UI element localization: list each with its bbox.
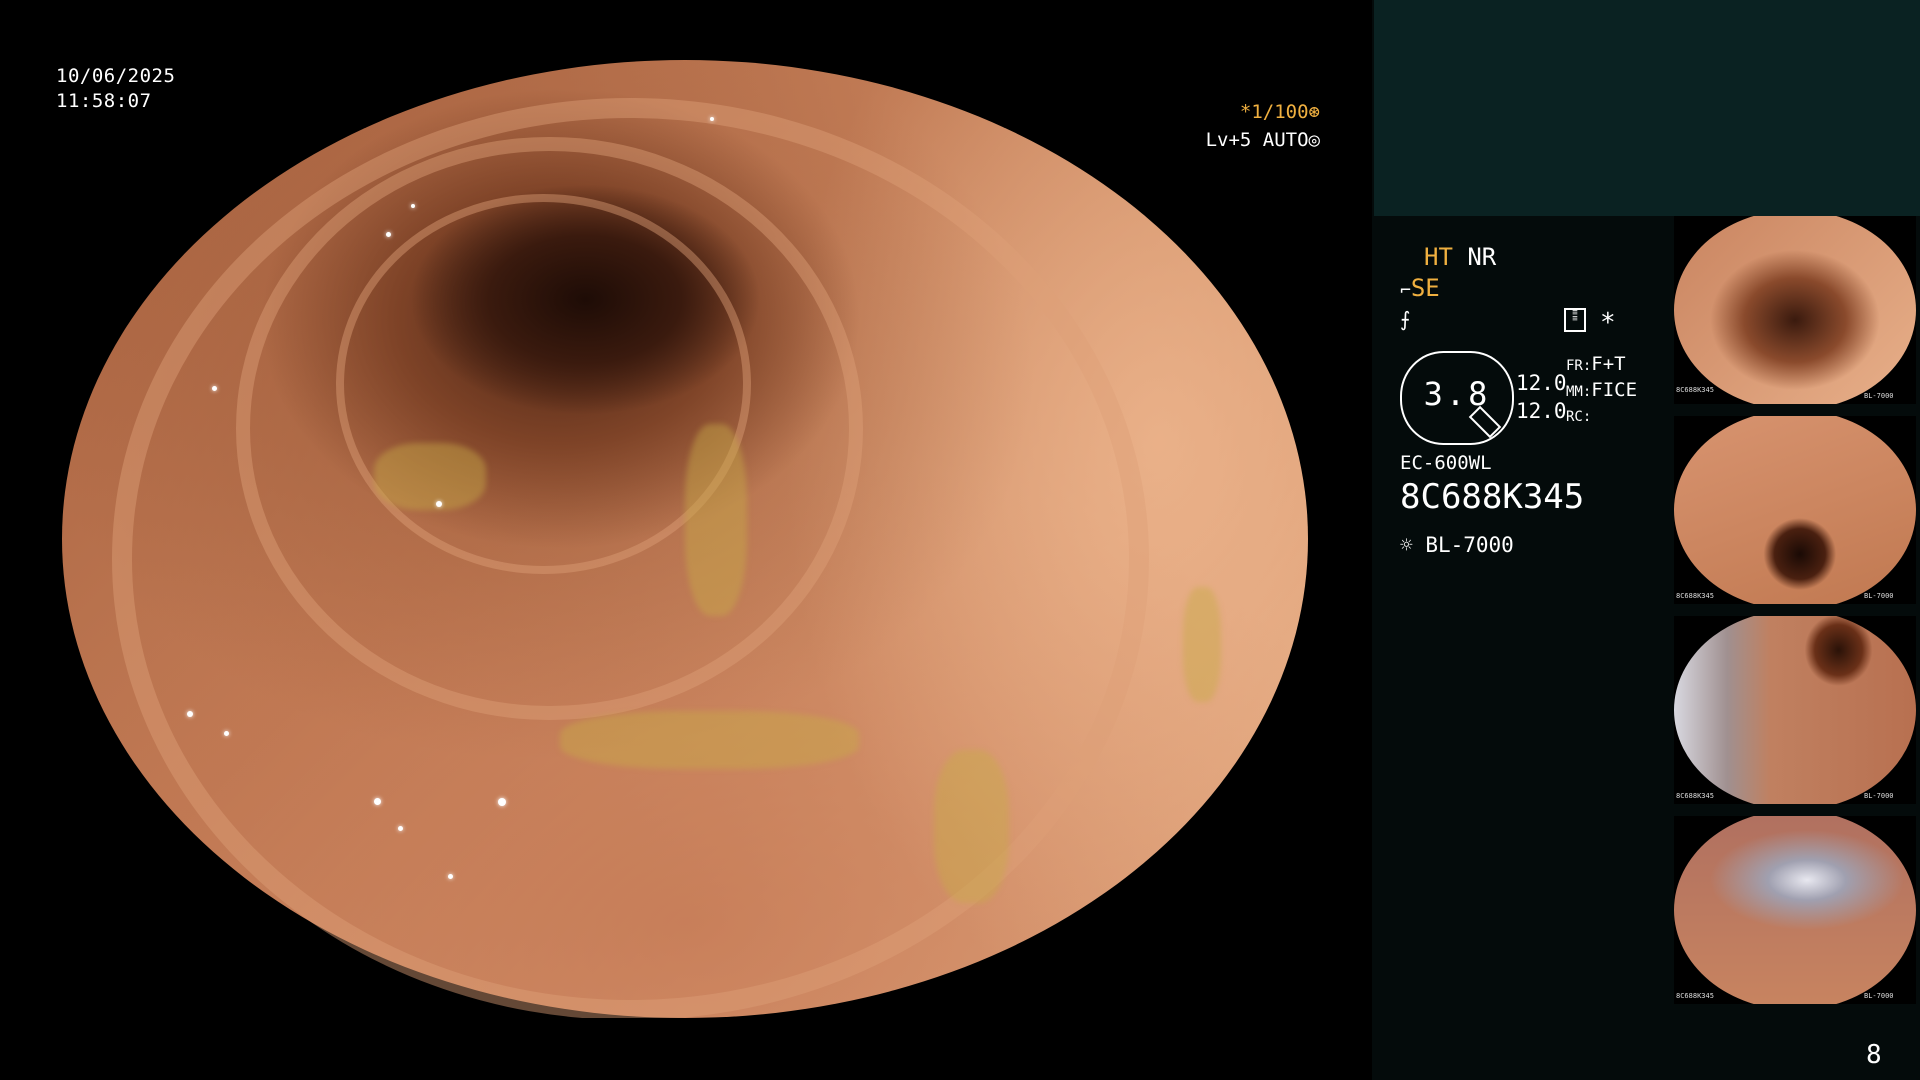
mm-value: FICE xyxy=(1591,379,1638,401)
endoscopy-image xyxy=(62,60,1308,1018)
thumbnail-3[interactable]: 8C688K345 BL-7000 xyxy=(1674,616,1916,804)
value-2: 12.0 xyxy=(1516,399,1567,423)
panel-header-area xyxy=(1374,0,1920,216)
light-reflection xyxy=(410,203,415,208)
exposure-overlay: *1/100⊛ Lv+5 AUTO◎ xyxy=(1180,98,1320,154)
light-reflection xyxy=(373,797,381,805)
mm-label: MM: xyxy=(1566,384,1592,400)
thumbnail-serial: 8C688K345 xyxy=(1676,992,1714,1000)
thumbnail-image xyxy=(1674,216,1916,404)
mucus-deposit xyxy=(685,424,748,616)
thumbnail-light: BL-7000 xyxy=(1864,792,1894,800)
light-reflection xyxy=(223,730,229,736)
thumbnail-serial: 8C688K345 xyxy=(1676,792,1714,800)
thumbnail-serial: 8C688K345 xyxy=(1676,592,1714,600)
mucus-deposit xyxy=(560,711,860,769)
aperture-icon: ⊛ xyxy=(1308,101,1320,123)
enhancement-line: HT NR xyxy=(1424,242,1496,272)
date-text: 10/06/2025 xyxy=(56,65,176,87)
thumbnail-2[interactable]: 8C688K345 BL-7000 xyxy=(1674,416,1916,604)
rc-label: RC: xyxy=(1566,409,1592,425)
mucus-deposit xyxy=(1183,586,1221,702)
structure-line: ⌐SE xyxy=(1400,273,1440,306)
thumbnail-image xyxy=(1674,416,1916,604)
asterisk-text: * xyxy=(1600,308,1616,338)
light-reflection xyxy=(498,797,507,806)
light-source-icon: ☼ xyxy=(1400,533,1413,557)
menu-icon: ≡ ≡ xyxy=(1564,308,1586,332)
shutter-text: *1/100 xyxy=(1239,101,1309,123)
thumbnail-serial: 8C688K345 xyxy=(1676,386,1714,394)
thumbnail-4[interactable]: 8C688K345 BL-7000 xyxy=(1674,816,1916,1004)
level-text: Lv+5 xyxy=(1205,129,1252,151)
scope-model: EC-600WL xyxy=(1400,452,1492,474)
datetime-display: 10/06/2025 11:58:07 xyxy=(56,64,175,114)
nr-label: NR xyxy=(1467,243,1497,271)
thumbnail-light: BL-7000 xyxy=(1864,992,1894,1000)
thumbnail-light: BL-7000 xyxy=(1864,392,1894,400)
light-reflection xyxy=(435,500,442,507)
auto-exposure-icon: ◎ xyxy=(1308,129,1320,151)
ht-label: HT xyxy=(1424,243,1453,271)
page-number: 8 xyxy=(1866,1040,1882,1070)
structure-icon: ⌐ xyxy=(1400,280,1411,301)
thumbnail-light: BL-7000 xyxy=(1864,592,1894,600)
fr-value: F+T xyxy=(1591,353,1626,375)
mode-settings: FR:F+T MM:FICE RC: xyxy=(1566,352,1637,429)
fr-label: FR: xyxy=(1566,358,1592,374)
shutter-line: *1/100⊛ xyxy=(1180,98,1320,126)
value-1: 12.0 xyxy=(1516,371,1567,395)
light-source-line: ☼ BL-7000 xyxy=(1400,530,1514,560)
se-label: SE xyxy=(1410,274,1440,302)
mode-text: AUTO xyxy=(1262,129,1309,151)
level-line: Lv+5 AUTO◎ xyxy=(1180,126,1320,154)
light-source-text: BL-7000 xyxy=(1425,533,1514,557)
color-enhance-icon: ⨍ xyxy=(1400,307,1411,331)
scope-serial: 8C688K345 xyxy=(1400,477,1585,517)
time-text: 11:58:07 xyxy=(56,90,152,112)
thumbnail-image xyxy=(1674,616,1916,804)
thumbnail-image xyxy=(1674,816,1916,1004)
mucus-deposit xyxy=(934,749,1009,904)
light-reflection xyxy=(211,385,217,391)
thumbnail-1[interactable]: 8C688K345 BL-7000 xyxy=(1674,216,1916,404)
mucus-deposit xyxy=(373,443,486,511)
